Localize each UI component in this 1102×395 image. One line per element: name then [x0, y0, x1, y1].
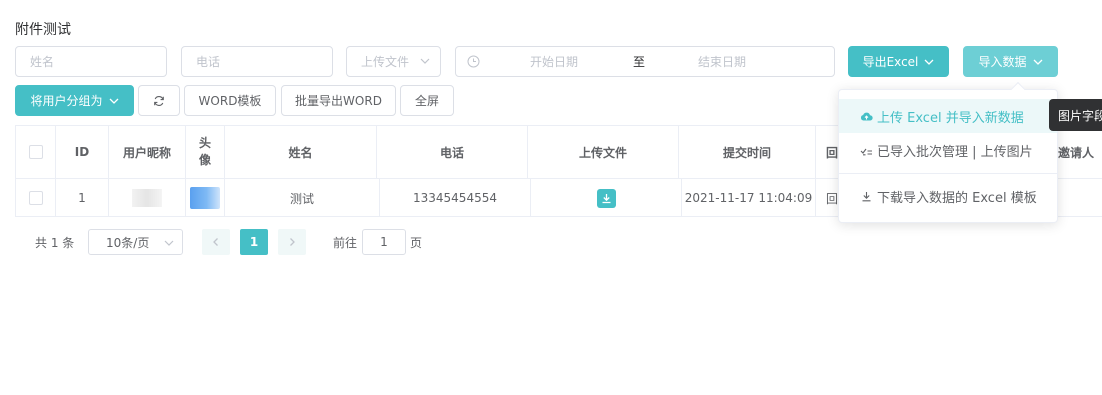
select-all-checkbox[interactable] [28, 145, 43, 159]
upload-placeholder: 上传文件 [361, 55, 410, 69]
row-phone: 13345454554 [380, 179, 531, 217]
group-users-button[interactable]: 将用户分组为 [15, 85, 134, 116]
pagination-total: 共 1 条 [35, 235, 75, 250]
menu-item-upload-excel-label: 上传 Excel 并导入新数据 [877, 110, 1024, 126]
name-placeholder: 姓名 [30, 55, 55, 69]
date-range-picker[interactable]: 开始日期 至 结束日期 [455, 46, 835, 77]
tooltip: 图片字段 [1049, 99, 1102, 131]
goto-label: 前往 [333, 235, 358, 250]
select-all-cell [16, 126, 56, 178]
import-data-label: 导入数据 [978, 55, 1027, 69]
check-list-icon [859, 143, 873, 157]
chevron-down-icon [420, 58, 430, 64]
goto-unit-label: 页 [410, 235, 423, 250]
page-size-select[interactable]: 10条/页 [88, 229, 183, 255]
menu-item-batch-management[interactable]: 已导入批次管理 | 上传图片 [839, 133, 1057, 167]
menu-divider [839, 173, 1057, 174]
name-filter-input[interactable]: 姓名 [15, 46, 167, 77]
date-separator: 至 [633, 55, 646, 69]
menu-item-batch-management-label: 已导入批次管理 | 上传图片 [877, 144, 1033, 160]
dropdown-arrow [1010, 81, 1026, 97]
row-avatar [186, 179, 225, 217]
row-id: 1 [56, 179, 109, 217]
chevron-left-icon [213, 238, 218, 246]
header-avatar-line2: 像 [198, 153, 211, 167]
clock-icon [467, 55, 480, 68]
header-phone: 电话 [377, 126, 528, 178]
header-submit-time: 提交时间 [679, 126, 816, 178]
phone-placeholder: 电话 [196, 55, 221, 69]
chevron-down-icon [1033, 59, 1042, 65]
date-end-input[interactable]: 结束日期 [698, 53, 746, 70]
page-title: 附件测试 [15, 22, 71, 38]
avatar[interactable] [190, 187, 220, 209]
next-page-button[interactable] [278, 229, 306, 255]
header-nickname: 用户昵称 [109, 126, 186, 178]
header-avatar: 头 像 [186, 126, 225, 178]
menu-item-download-template-label: 下载导入数据的 Excel 模板 [877, 190, 1037, 206]
page-number-current[interactable]: 1 [240, 229, 268, 255]
refresh-icon [154, 95, 164, 106]
tooltip-text: 图片字段 [1058, 108, 1102, 123]
chevron-down-icon [109, 98, 118, 104]
blurred-nickname [132, 189, 162, 207]
row-upload [531, 179, 682, 217]
import-data-dropdown: 上传 Excel 并导入新数据 已导入批次管理 | 上传图片 下载导入数据的 E… [838, 81, 1058, 223]
refresh-button[interactable] [138, 85, 180, 116]
phone-filter-input[interactable]: 电话 [181, 46, 333, 77]
goto-page-input[interactable]: 1 [362, 229, 406, 255]
header-name: 姓名 [225, 126, 377, 178]
header-upload: 上传文件 [528, 126, 679, 178]
export-excel-label: 导出Excel [862, 55, 919, 69]
chevron-down-icon [164, 240, 174, 246]
row-checkbox[interactable] [28, 191, 43, 205]
word-template-button[interactable]: WORD模板 [184, 85, 276, 116]
page-size-value: 10条/页 [106, 235, 150, 250]
group-users-label: 将用户分组为 [30, 94, 103, 108]
import-data-button[interactable]: 导入数据 [963, 46, 1058, 77]
download-icon [859, 189, 873, 203]
header-id: ID [56, 126, 109, 178]
row-submit-time: 2021-11-17 11:04:09 [682, 179, 816, 217]
chevron-down-icon [924, 59, 934, 65]
header-avatar-line1: 头 [198, 136, 211, 150]
download-icon [602, 193, 610, 203]
prev-page-button[interactable] [202, 229, 230, 255]
menu-item-upload-excel[interactable]: 上传 Excel 并导入新数据 [839, 99, 1057, 133]
row-select-cell [16, 179, 56, 217]
batch-export-word-button[interactable]: 批量导出WORD [281, 85, 396, 116]
download-file-button[interactable] [596, 188, 616, 208]
row-nickname [109, 179, 186, 217]
date-start-input[interactable]: 开始日期 [530, 53, 630, 70]
export-excel-button[interactable]: 导出Excel [848, 46, 949, 77]
fullscreen-button[interactable]: 全屏 [400, 85, 454, 116]
menu-item-download-template[interactable]: 下载导入数据的 Excel 模板 [839, 179, 1057, 213]
cloud-upload-icon [859, 109, 873, 123]
chevron-right-icon [290, 238, 295, 246]
upload-file-select[interactable]: 上传文件 [346, 46, 441, 77]
row-name: 测试 [225, 179, 380, 217]
